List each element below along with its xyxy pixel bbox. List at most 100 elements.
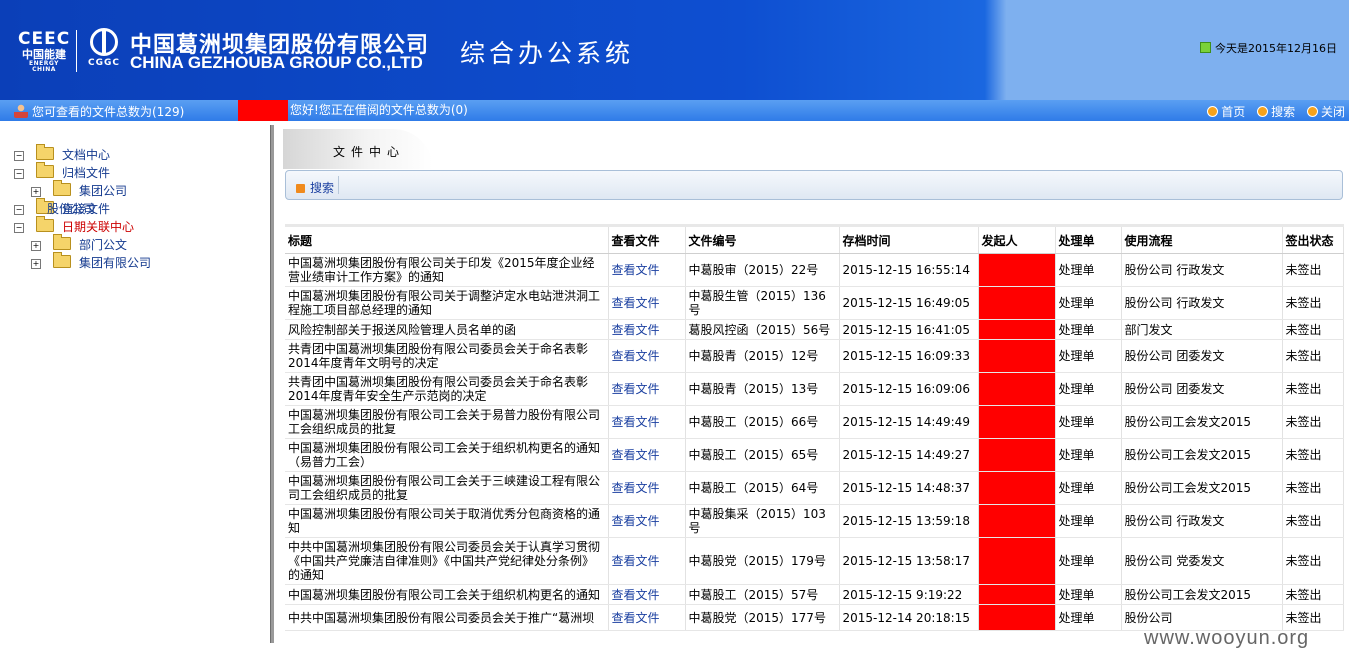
viewable-count: 您可查看的文件总数为(129) — [14, 103, 184, 120]
search-link[interactable]: 搜索 — [1257, 105, 1295, 119]
col-view: 查看文件 — [608, 225, 686, 254]
row-process-form: 处理单 — [1055, 253, 1122, 287]
row-initiator-redacted — [978, 286, 1056, 320]
row-process-form: 处理单 — [1055, 471, 1122, 505]
row-doc-code: 中葛股党（2015）179号 — [685, 537, 840, 585]
row-archive-time: 2015-12-15 9:19:22 — [839, 584, 979, 605]
collapse-icon[interactable]: − — [14, 223, 24, 233]
row-status: 未签出 — [1282, 584, 1344, 605]
row-doc-code: 中葛股生管（2015）136号 — [685, 286, 840, 320]
row-flow: 股份公司 团委发文 — [1121, 372, 1283, 406]
view-file-link[interactable]: 查看文件 — [608, 584, 686, 605]
row-process-form: 处理单 — [1055, 286, 1122, 320]
row-title: 中国葛洲坝集团股份有限公司工会关于三峡建设工程有限公司工会组织成员的批复 — [285, 471, 609, 505]
row-archive-time: 2015-12-15 13:58:17 — [839, 537, 979, 585]
tree-item-date-center[interactable]: − 日期关联中心 — [14, 216, 134, 235]
search-button[interactable]: 搜索 — [290, 179, 334, 196]
row-process-form: 处理单 — [1055, 405, 1122, 439]
tree-item-dept[interactable]: + 部门公文 — [31, 234, 127, 253]
row-title: 风险控制部关于报送风险管理人员名单的函 — [285, 319, 609, 340]
table-row: 中国葛洲坝集团股份有限公司关于取消优秀分包商资格的通知 查看文件 中葛股集采（201… — [285, 504, 1344, 538]
table-row: 中国葛洲坝集团股份有限公司工会关于三峡建设工程有限公司工会组织成员的批复 查看文件… — [285, 471, 1344, 505]
row-title: 共青团中国葛洲坝集团股份有限公司委员会关于命名表彰2014年度青年文明号的决定 — [285, 339, 609, 373]
row-initiator-redacted — [978, 253, 1056, 287]
tree-item-group-ltd[interactable]: + 集团有限公司 — [31, 252, 151, 271]
row-title: 中国葛洲坝集团股份有限公司工会关于易普力股份有限公司工会组织成员的批复 — [285, 405, 609, 439]
view-file-link[interactable]: 查看文件 — [608, 253, 686, 287]
green-bullet-icon — [1200, 42, 1211, 53]
row-initiator-redacted — [978, 584, 1056, 605]
energy-china-logo: CEEC 中国能建 ENERGY CHINA — [18, 29, 71, 74]
view-file-link[interactable]: 查看文件 — [608, 405, 686, 439]
section-title-tab: 文件中心 — [283, 129, 433, 169]
view-file-link[interactable]: 查看文件 — [608, 438, 686, 472]
row-archive-time: 2015-12-15 16:55:14 — [839, 253, 979, 287]
row-flow: 股份公司 团委发文 — [1121, 339, 1283, 373]
view-file-link[interactable]: 查看文件 — [608, 372, 686, 406]
row-status: 未签出 — [1282, 438, 1344, 472]
home-link[interactable]: 首页 — [1207, 105, 1245, 119]
col-code: 文件编号 — [685, 225, 840, 254]
col-flow: 使用流程 — [1121, 225, 1283, 254]
col-initiator: 发起人 — [978, 225, 1056, 254]
row-title: 中国葛洲坝集团股份有限公司工会关于组织机构更名的通知 — [285, 584, 609, 605]
row-flow: 股份公司工会发文2015 — [1121, 471, 1283, 505]
folder-tree: − 文档中心 − 归档文件 + 集团公司 − 直接文件 股份公司 − 日期关联中心 + 部门… — [0, 121, 270, 667]
table-row: 中共中国葛洲坝集团股份有限公司委员会关于认真学习贯彻《中国共产党廉洁自律准则》《… — [285, 537, 1344, 585]
row-status: 未签出 — [1282, 372, 1344, 406]
main-panel: 文件中心 搜索 标题 查看文件 文件编号 存档时间 发起人 处理单 使用流程 签… — [283, 125, 1345, 645]
collapse-icon[interactable]: − — [14, 169, 24, 179]
row-initiator-redacted — [978, 471, 1056, 505]
expand-icon[interactable]: + — [31, 259, 41, 269]
row-archive-time: 2015-12-15 14:49:27 — [839, 438, 979, 472]
row-doc-code: 中葛股党（2015）177号 — [685, 604, 840, 631]
expand-icon[interactable]: + — [31, 241, 41, 251]
expand-icon[interactable]: + — [31, 187, 41, 197]
view-file-link[interactable]: 查看文件 — [608, 339, 686, 373]
view-file-link[interactable]: 查看文件 — [608, 471, 686, 505]
tree-item-stock-company[interactable]: 股份公司 — [47, 200, 95, 217]
bullet-icon — [1257, 106, 1269, 117]
row-doc-code: 中葛股工（2015）65号 — [685, 438, 840, 472]
row-archive-time: 2015-12-15 16:49:05 — [839, 286, 979, 320]
status-bar: 您可查看的文件总数为(129) 您好!您正在借阅的文件总数为(0) 首页 搜索 … — [0, 100, 1349, 121]
view-file-link[interactable]: 查看文件 — [608, 504, 686, 538]
collapse-icon[interactable]: − — [14, 205, 24, 215]
row-process-form: 处理单 — [1055, 604, 1122, 631]
table-row: 中国葛洲坝集团股份有限公司工会关于易普力股份有限公司工会组织成员的批复 查看文件中… — [285, 405, 1344, 439]
close-link[interactable]: 关闭 — [1306, 105, 1345, 119]
row-archive-time: 2015-12-15 16:09:33 — [839, 339, 979, 373]
table-row: 风险控制部关于报送风险管理人员名单的函 查看文件 葛股风控函（2015）56号 201… — [285, 319, 1344, 340]
top-links: 首页 搜索 关闭 — [1199, 103, 1345, 120]
col-status: 签出状态 — [1282, 225, 1344, 254]
view-file-link[interactable]: 查看文件 — [608, 286, 686, 320]
tree-item-archive[interactable]: − 归档文件 — [14, 162, 110, 181]
folder-icon — [36, 216, 54, 232]
folder-open-icon — [36, 144, 54, 160]
view-file-link[interactable]: 查看文件 — [608, 319, 686, 340]
table-row: 共青团中国葛洲坝集团股份有限公司委员会关于命名表彰2014年度青年文明号的决定查… — [285, 339, 1344, 373]
folder-icon — [53, 234, 71, 250]
view-file-link[interactable]: 查看文件 — [608, 604, 686, 631]
row-process-form: 处理单 — [1055, 339, 1122, 373]
user-icon — [14, 104, 28, 118]
logo-divider — [76, 30, 77, 72]
row-process-form: 处理单 — [1055, 537, 1122, 585]
row-title: 共青团中国葛洲坝集团股份有限公司委员会关于命名表彰2014年度青年安全生产示范岗… — [285, 372, 609, 406]
row-doc-code: 中葛股工（2015）64号 — [685, 471, 840, 505]
table-row: 共青团中国葛洲坝集团股份有限公司委员会关于命名表彰2014年度青年安全生产示范岗… — [285, 372, 1344, 406]
row-initiator-redacted — [978, 405, 1056, 439]
pane-splitter[interactable] — [270, 125, 274, 643]
tree-item-doc-center[interactable]: − 文档中心 — [14, 144, 110, 163]
row-doc-code: 中葛股工（2015）57号 — [685, 584, 840, 605]
row-doc-code: 葛股风控函（2015）56号 — [685, 319, 840, 340]
system-title: 综合办公系统 — [460, 39, 635, 68]
folder-open-icon — [36, 162, 54, 178]
tree-item-group-company[interactable]: + 集团公司 — [31, 180, 127, 199]
row-doc-code: 中葛股审（2015）22号 — [685, 253, 840, 287]
row-initiator-redacted — [978, 537, 1056, 585]
collapse-icon[interactable]: − — [14, 151, 24, 161]
view-file-link[interactable]: 查看文件 — [608, 537, 686, 585]
gezhouba-logo: CGGC — [85, 28, 123, 68]
row-archive-time: 2015-12-15 16:09:06 — [839, 372, 979, 406]
